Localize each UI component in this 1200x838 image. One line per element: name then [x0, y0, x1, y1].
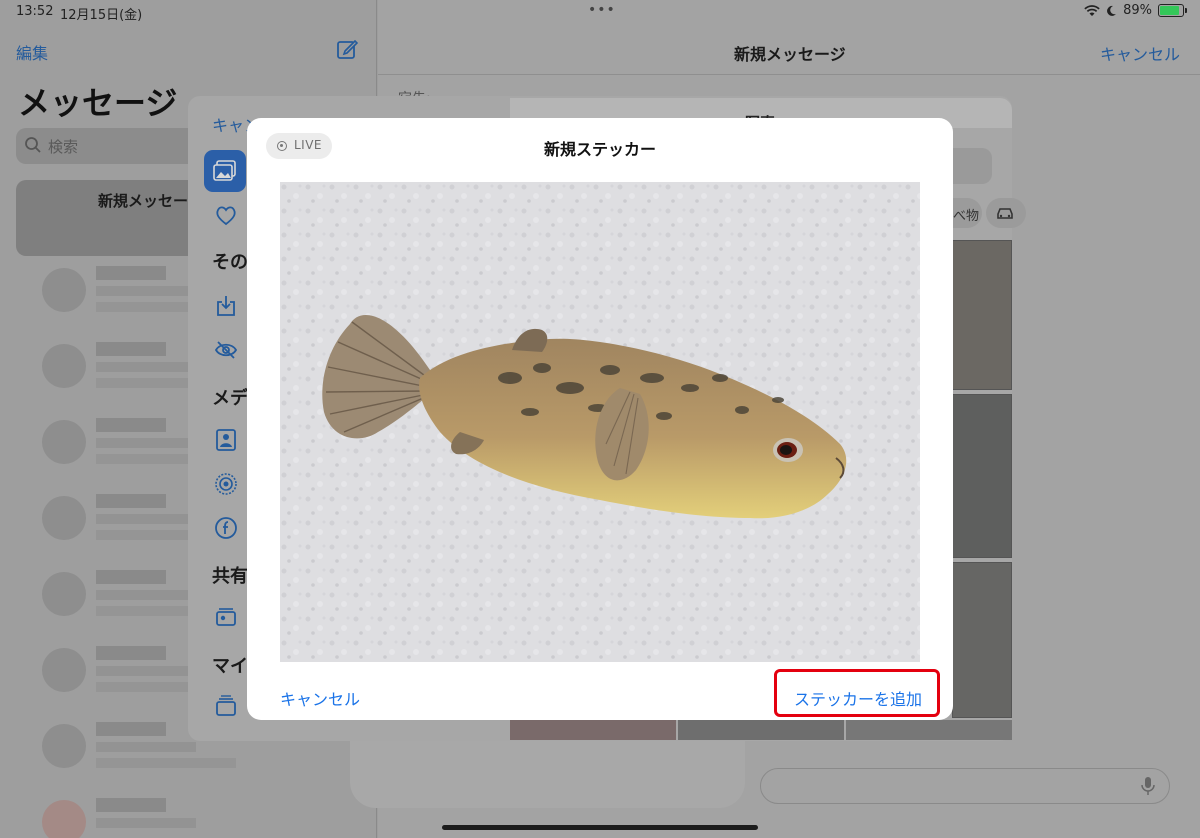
compose-title: 新規メッセージ: [734, 45, 846, 64]
photos-icon: [213, 160, 236, 181]
avatar: [42, 344, 86, 388]
avatar: [42, 800, 86, 838]
picker-section-shared: 共有: [212, 566, 248, 587]
highlight-box: [774, 669, 940, 717]
avatar: [42, 572, 86, 616]
photo-thumbnail[interactable]: [952, 562, 1012, 718]
hidden-eye-icon[interactable]: [214, 338, 238, 362]
moon-icon: [1107, 5, 1117, 16]
avatar: [42, 268, 86, 312]
home-indicator[interactable]: [442, 825, 758, 830]
avatar: [42, 496, 86, 540]
download-icon[interactable]: [214, 294, 238, 318]
photo-thumbnail[interactable]: [510, 720, 676, 740]
status-time: 13:52: [16, 4, 54, 19]
compose-cancel-button[interactable]: キャンセル: [1100, 41, 1180, 65]
avatar: [42, 648, 86, 692]
status-date: 12月15日(金): [60, 8, 143, 23]
list-item[interactable]: [42, 794, 372, 838]
compose-icon[interactable]: [336, 38, 358, 60]
picker-section-my: マイ: [212, 656, 248, 677]
battery-icon: [1158, 4, 1187, 17]
car-chip[interactable]: [986, 198, 1026, 228]
live-photo-icon[interactable]: [214, 472, 238, 496]
status-right: 89%: [1084, 3, 1187, 18]
message-input[interactable]: [760, 768, 1170, 804]
avatar: [42, 724, 86, 768]
portrait-icon[interactable]: [214, 428, 238, 452]
shared-library-icon[interactable]: [214, 604, 238, 628]
microphone-icon[interactable]: [1140, 776, 1156, 796]
pufferfish-image: [280, 182, 920, 662]
albums-icon[interactable]: [214, 694, 238, 718]
keyboard-area: [350, 740, 745, 808]
edit-button[interactable]: 編集: [16, 40, 48, 64]
battery-percent: 89%: [1123, 3, 1152, 18]
divider: [378, 74, 1200, 75]
page-title: メッセージ: [18, 84, 178, 122]
photo-thumbnail[interactable]: [952, 240, 1012, 390]
photo-thumbnail[interactable]: [952, 394, 1012, 558]
photo-thumbnail[interactable]: [846, 720, 1012, 740]
animated-icon[interactable]: [214, 516, 238, 540]
avatar: [42, 420, 86, 464]
new-message-label: 新規メッセージ: [98, 192, 203, 210]
sticker-preview-image: [280, 182, 920, 662]
photo-thumbnail[interactable]: [678, 720, 844, 740]
wifi-icon: [1084, 4, 1100, 16]
dialog-title: 新規ステッカー: [543, 140, 656, 159]
multitask-dots-icon[interactable]: •••: [588, 2, 616, 18]
status-bar: 13:52 12月15日(金) ••• 89%: [0, 0, 1200, 24]
car-icon: [997, 208, 1013, 219]
heart-icon[interactable]: [214, 203, 238, 227]
sticker-cancel-button[interactable]: キャンセル: [280, 686, 360, 710]
